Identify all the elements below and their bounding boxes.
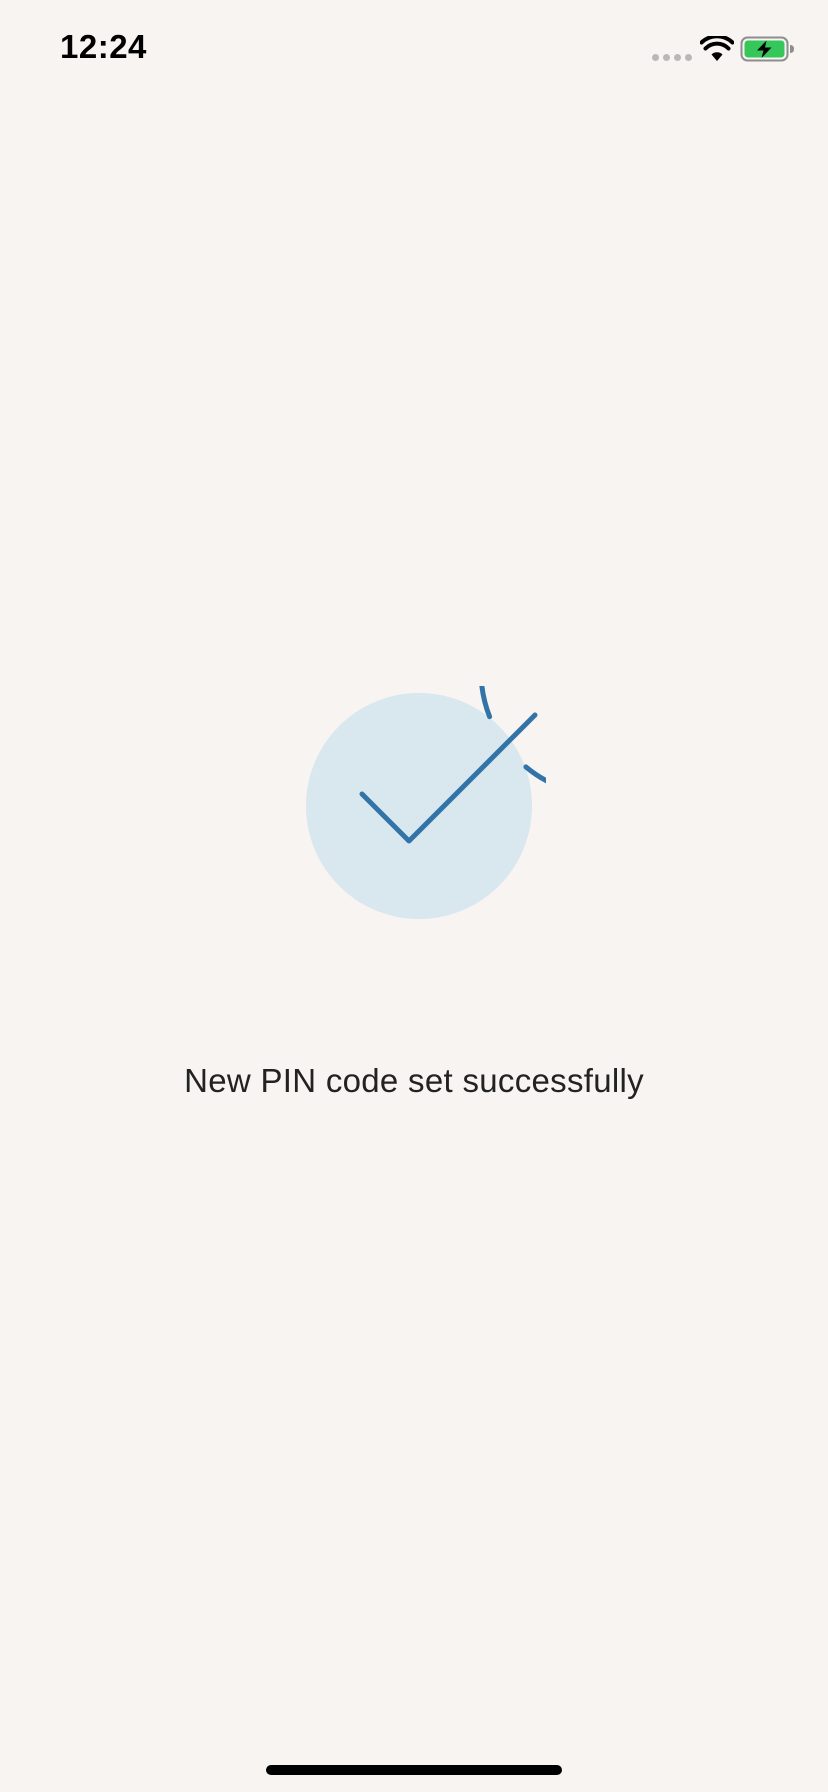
battery-charging-icon — [740, 36, 794, 62]
checkmark-circle-icon — [306, 686, 546, 919]
success-message: New PIN code set successfully — [184, 1062, 644, 1099]
status-time: 12:24 — [60, 28, 147, 65]
status-bar: 12:24 — [0, 0, 828, 96]
wifi-icon — [700, 36, 734, 61]
cellular-signal-icon — [652, 54, 692, 61]
home-indicator[interactable] — [266, 1765, 562, 1775]
checkmark-backdrop — [306, 693, 532, 919]
